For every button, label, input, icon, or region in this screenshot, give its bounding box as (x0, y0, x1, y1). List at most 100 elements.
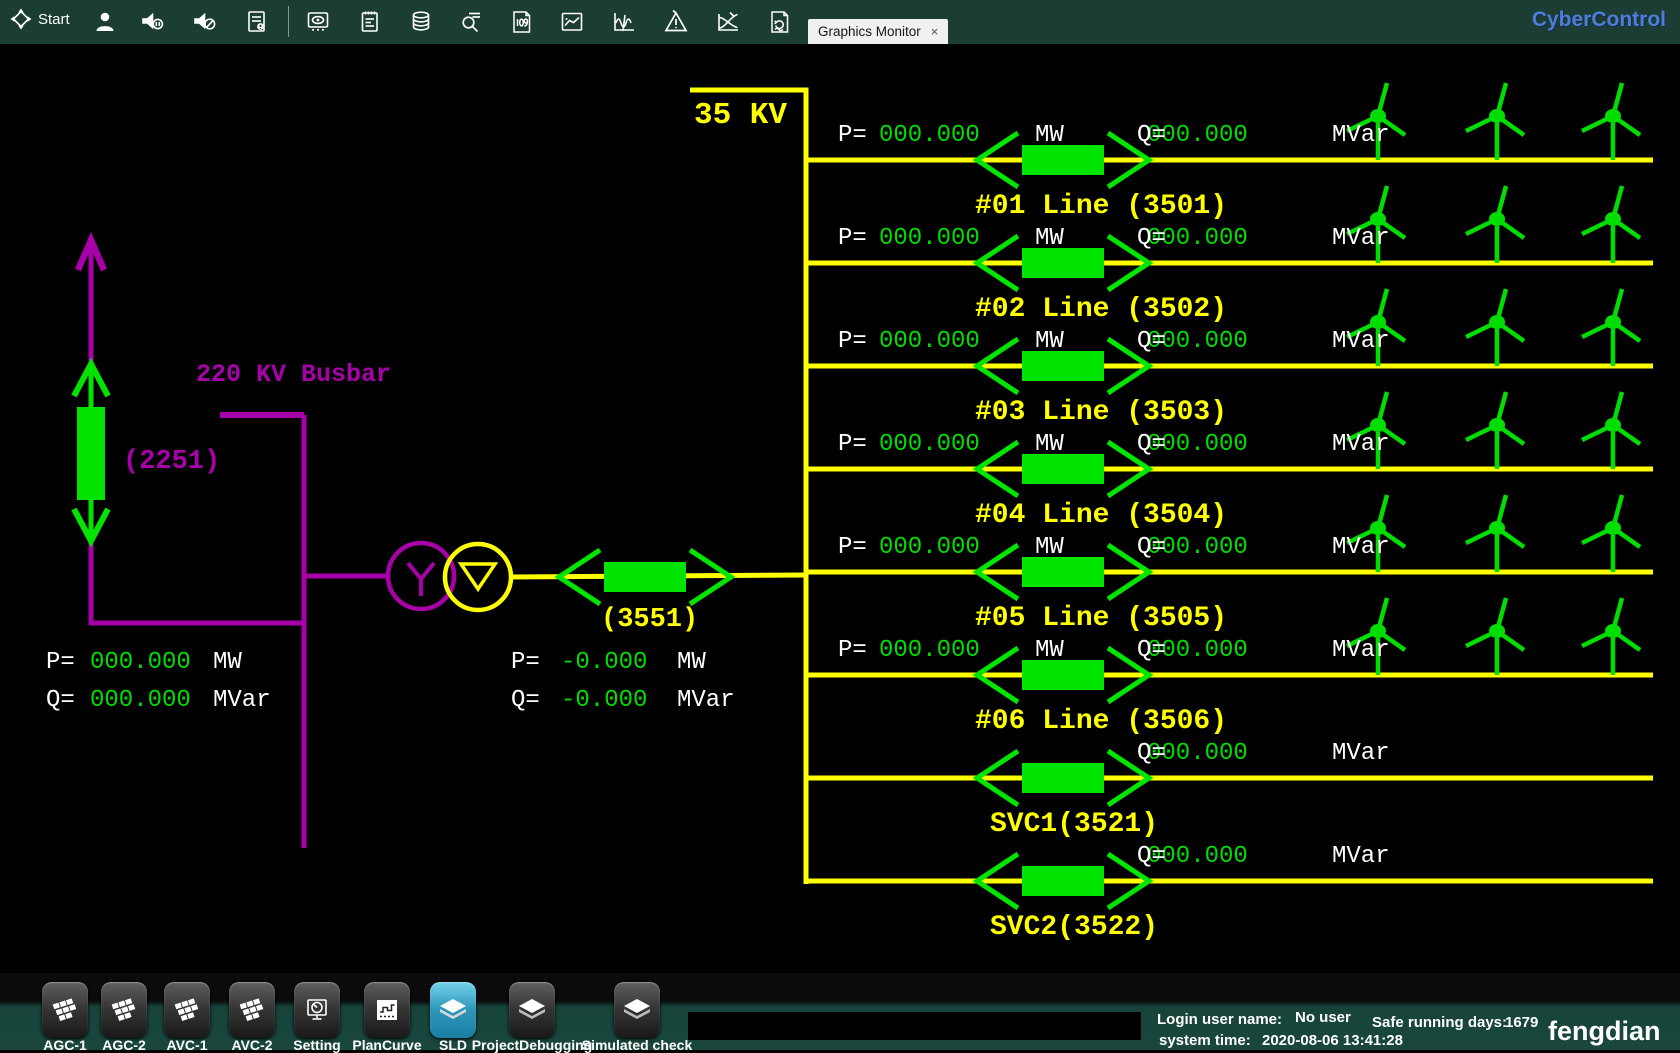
transformer-p-label: P= (511, 650, 540, 675)
line2-p-unit: MW (1035, 226, 1064, 251)
line6-q-unit: MVar (1332, 638, 1390, 663)
fengdian-logo: fengdian (1548, 1016, 1661, 1047)
report-refresh-icon[interactable] (766, 8, 794, 36)
taskbar-item-avc2[interactable] (229, 982, 275, 1038)
plan-curve-icon (374, 997, 400, 1023)
alarm-pause-icon[interactable] (139, 8, 167, 36)
220kv-feeder (78, 240, 454, 848)
line4-p-label: P= (838, 432, 867, 457)
svc1-q-unit: MVar (1332, 741, 1390, 766)
delta-symbol-icon (461, 564, 495, 589)
svc2-name: SVC2(3522) (990, 913, 1158, 942)
breaker-2251[interactable] (74, 364, 108, 541)
line2-name: #02 Line (3502) (975, 295, 1227, 324)
single-line-diagram (0, 0, 1680, 1050)
message-box (688, 1012, 1141, 1040)
taskbar-label-projectdebugging[interactable]: ProjectDebugging (472, 1037, 593, 1053)
line1-q-unit: MVar (1332, 123, 1390, 148)
event-log-icon[interactable] (243, 8, 271, 36)
taskbar-item-plancurve[interactable] (364, 982, 410, 1038)
line5-q-unit: MVar (1332, 535, 1390, 560)
query-search-icon[interactable] (457, 8, 485, 36)
wye-symbol-icon (408, 563, 434, 596)
monitor-view-icon[interactable] (304, 8, 332, 36)
user-icon[interactable] (91, 8, 119, 36)
taskbar-label-agc1[interactable]: AGC-1 (43, 1037, 87, 1053)
line5-p-label: P= (838, 535, 867, 560)
line2-q-unit: MVar (1332, 226, 1390, 251)
top-toolbar: Start (0, 0, 1680, 44)
line6-p-label: P= (838, 638, 867, 663)
line4-name: #04 Line (3504) (975, 501, 1227, 530)
taskbar-label-avc1[interactable]: AVC-1 (167, 1037, 208, 1053)
taskbar-label-setting[interactable]: Setting (293, 1037, 340, 1053)
tab-close-icon[interactable]: × (931, 24, 939, 39)
taskbar-item-sld[interactable] (430, 982, 476, 1038)
database-icon[interactable] (407, 8, 435, 36)
taskbar-label-agc2[interactable]: AGC-2 (102, 1037, 146, 1053)
gauge-monitor-icon (304, 997, 330, 1023)
line4-p-unit: MW (1035, 432, 1064, 457)
svc1-q-label: Q= (1137, 741, 1166, 766)
line2-p-label: P= (838, 226, 867, 251)
line3-p-value: 000.000 (879, 329, 980, 354)
transformer-q-label: Q= (511, 688, 540, 713)
layer-stack-icon (438, 997, 468, 1023)
taskbar-item-agc2[interactable] (101, 982, 147, 1038)
layer-stack-icon (622, 997, 652, 1023)
tab-graphics-monitor[interactable]: Graphics Monitor × (808, 19, 948, 44)
line5-p-value: 000.000 (879, 535, 980, 560)
taskbar-label-plancurve[interactable]: PlanCurve (352, 1037, 421, 1053)
alarm-warning-icon[interactable] (662, 8, 690, 36)
taskbar-label-simulatedcheck[interactable]: Simulated check (582, 1037, 693, 1053)
solar-panel-icon (237, 996, 267, 1024)
line1-p-unit: MW (1035, 123, 1064, 148)
alarm-mute-icon[interactable] (191, 8, 219, 36)
start-label: Start (38, 11, 70, 28)
line6-q-label: Q= (1137, 638, 1166, 663)
taskbar-item-projectdebugging[interactable] (509, 982, 555, 1038)
solar-panel-icon (50, 996, 80, 1024)
line1-p-value: 000.000 (879, 123, 980, 148)
waveform-icon[interactable] (610, 8, 638, 36)
move-icon (10, 8, 32, 30)
line3-q-unit: MVar (1332, 329, 1390, 354)
taskbar-label-sld[interactable]: SLD (439, 1037, 467, 1053)
line3-name: #03 Line (3503) (975, 398, 1227, 427)
cybercontrol-logo: CyberControl (1532, 8, 1666, 32)
line4-q-unit: MVar (1332, 432, 1390, 457)
taskbar-item-avc1[interactable] (164, 982, 210, 1038)
line6-name: #06 Line (3506) (975, 707, 1227, 736)
taskbar-item-simulatedcheck[interactable] (614, 982, 660, 1038)
line1-q-label: Q= (1137, 123, 1166, 148)
layer-stack-icon (517, 997, 547, 1023)
alarm-list-icon[interactable] (508, 8, 536, 36)
system-time-value: 2020-08-06 13:41:28 (1262, 1032, 1403, 1049)
cybercontrol-screen: 220 KV Busbar (2251) P= 000.000 MW Q= 00… (0, 0, 1680, 1050)
line5-p-unit: MW (1035, 535, 1064, 560)
taskbar-item-agc1[interactable] (42, 982, 88, 1038)
report-icon[interactable] (356, 8, 384, 36)
curve-analysis-icon[interactable] (714, 8, 742, 36)
transformer-p-unit: MW (677, 650, 706, 675)
line3-p-unit: MW (1035, 329, 1064, 354)
taskbar-label-avc2[interactable]: AVC-2 (232, 1037, 273, 1053)
bus-35kv-title: 35 KV (694, 100, 787, 133)
breaker-2251-label: (2251) (123, 448, 220, 476)
busbar-220kv-title: 220 KV Busbar (196, 362, 391, 388)
line3-p-label: P= (838, 329, 867, 354)
line2-q-label: Q= (1137, 226, 1166, 251)
line2-p-value: 000.000 (879, 226, 980, 251)
trend-chart-icon[interactable] (558, 8, 586, 36)
line6-p-value: 000.000 (879, 638, 980, 663)
bus220-p-label: P= (46, 650, 75, 675)
line5-name: #05 Line (3505) (975, 604, 1227, 633)
svc2-q-label: Q= (1137, 844, 1166, 869)
start-button[interactable]: Start (10, 8, 70, 30)
bus220-q-value: 000.000 (90, 688, 191, 713)
transformer-p-value: -0.000 (561, 650, 647, 675)
bottom-taskbar: AGC-1 AGC-2 AVC-1 (0, 973, 1680, 1050)
line1-name: #01 Line (3501) (975, 192, 1227, 221)
bus220-p-unit: MW (213, 650, 242, 675)
taskbar-item-setting[interactable] (294, 982, 340, 1038)
